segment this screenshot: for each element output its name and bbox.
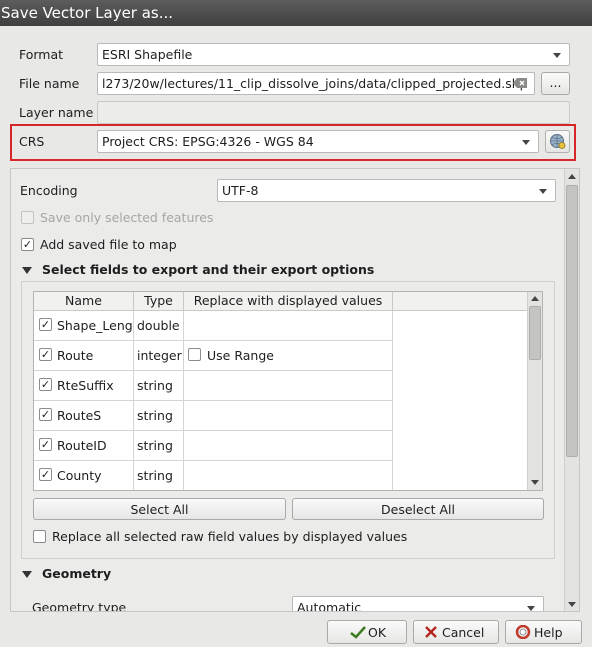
- field-name: RteSuffix: [57, 378, 114, 393]
- name-cell: ✓ Shape_Leng: [34, 311, 134, 341]
- table-row[interactable]: ✓ RouteS string: [34, 401, 393, 431]
- encoding-value: UTF-8: [222, 183, 259, 198]
- replace-cell: [184, 401, 393, 431]
- row-checkbox[interactable]: ✓: [39, 348, 52, 361]
- row-checkbox[interactable]: ✓: [39, 378, 52, 391]
- filename-label: File name: [19, 76, 80, 91]
- options-scroll-up-icon[interactable]: [568, 174, 576, 179]
- column-header-replace[interactable]: Replace with displayed values: [184, 292, 393, 311]
- table-scrollbar[interactable]: [527, 292, 542, 490]
- name-cell: ✓ RouteID: [34, 431, 134, 461]
- field-name: Route: [57, 348, 94, 363]
- collapse-geometry-icon[interactable]: [22, 571, 32, 578]
- filename-value: l273/20w/lectures/11_clip_dissolve_joins…: [102, 76, 528, 91]
- format-value: ESRI Shapefile: [102, 47, 193, 62]
- replace-cell: [184, 371, 393, 401]
- crs-value: Project CRS: EPSG:4326 - WGS 84: [102, 134, 314, 149]
- deselect-all-button[interactable]: Deselect All: [292, 498, 544, 520]
- field-type: string: [134, 431, 184, 461]
- encoding-label: Encoding: [20, 183, 78, 198]
- format-label: Format: [19, 47, 64, 62]
- column-header-type[interactable]: Type: [134, 292, 184, 311]
- window-title: Save Vector Layer as...: [0, 0, 592, 26]
- row-checkbox[interactable]: ✓: [39, 408, 52, 421]
- column-header-name[interactable]: Name: [34, 292, 134, 311]
- table-scroll-down-icon[interactable]: [531, 480, 539, 485]
- replace-cell: Use Range: [184, 341, 393, 371]
- geometry-type-label: Geometry type: [32, 600, 127, 612]
- help-label: Help: [534, 625, 563, 640]
- table-row[interactable]: ✓ RteSuffix string: [34, 371, 393, 401]
- table-scroll-thumb[interactable]: [529, 306, 541, 360]
- use-range-label: Use Range: [207, 348, 274, 363]
- name-cell: ✓ RouteS: [34, 401, 134, 431]
- format-combo[interactable]: ESRI Shapefile: [97, 43, 570, 66]
- cancel-x-icon: [425, 626, 437, 638]
- cancel-label: Cancel: [442, 625, 485, 640]
- field-type: string: [134, 461, 184, 490]
- replace-all-checkbox[interactable]: [33, 530, 46, 543]
- help-button[interactable]: Help: [505, 620, 582, 644]
- row-checkbox[interactable]: ✓: [39, 318, 52, 331]
- options-scroll-down-icon[interactable]: [568, 602, 576, 607]
- clear-text-icon[interactable]: [513, 77, 528, 89]
- options-scroll-thumb[interactable]: [566, 185, 578, 457]
- row-checkbox[interactable]: ✓: [39, 438, 52, 451]
- add-to-map-label: Add saved file to map: [40, 237, 177, 252]
- name-cell: ✓ County: [34, 461, 134, 490]
- replace-cell: [184, 311, 393, 341]
- replace-all-label: Replace all selected raw field values by…: [52, 529, 408, 544]
- row-checkbox[interactable]: ✓: [39, 468, 52, 481]
- fields-section-title[interactable]: Select fields to export and their export…: [42, 262, 374, 277]
- crs-globe-icon: [550, 134, 566, 149]
- replace-cell: [184, 461, 393, 490]
- table-body: ✓ Shape_Leng double ✓ Route integer Use …: [34, 311, 527, 490]
- name-cell: ✓ Route: [34, 341, 134, 371]
- field-name: Shape_Leng: [57, 318, 133, 333]
- field-type: double: [134, 311, 184, 341]
- add-to-map-checkbox[interactable]: ✓: [21, 238, 34, 251]
- browse-button[interactable]: ...: [541, 72, 570, 95]
- table-scroll-up-icon[interactable]: [531, 296, 539, 301]
- save-selected-checkbox: [21, 211, 34, 224]
- field-type: integer: [134, 341, 184, 371]
- layername-input: [97, 101, 570, 124]
- ok-check-icon: [350, 626, 366, 639]
- table-row[interactable]: ✓ County string: [34, 461, 393, 490]
- select-all-button[interactable]: Select All: [33, 498, 286, 520]
- options-scroll-area: Encoding UTF-8 Save only selected featur…: [10, 168, 580, 612]
- table-row[interactable]: ✓ RouteID string: [34, 431, 393, 461]
- crs-combo[interactable]: Project CRS: EPSG:4326 - WGS 84: [97, 130, 539, 153]
- field-name: RouteID: [57, 438, 107, 453]
- geometry-type-value: Automatic: [297, 600, 362, 612]
- field-type: string: [134, 371, 184, 401]
- encoding-combo[interactable]: UTF-8: [217, 179, 556, 202]
- column-header-filler: [393, 292, 527, 311]
- options-scrollbar[interactable]: [564, 169, 579, 611]
- ok-label: OK: [368, 625, 387, 640]
- save-selected-label: Save only selected features: [40, 210, 214, 225]
- filename-input[interactable]: l273/20w/lectures/11_clip_dissolve_joins…: [97, 72, 535, 95]
- table-row[interactable]: ✓ Shape_Leng double: [34, 311, 393, 341]
- replace-cell: [184, 431, 393, 461]
- use-range-checkbox[interactable]: [188, 348, 201, 361]
- crs-label: CRS: [19, 134, 45, 149]
- name-cell: ✓ RteSuffix: [34, 371, 134, 401]
- layername-label: Layer name: [19, 105, 94, 120]
- fields-table[interactable]: Name Type Replace with displayed values …: [33, 291, 543, 491]
- field-name: RouteS: [57, 408, 102, 423]
- field-type: string: [134, 401, 184, 431]
- crs-select-button[interactable]: [545, 130, 570, 153]
- geometry-type-combo[interactable]: Automatic: [292, 596, 544, 612]
- geometry-section-title[interactable]: Geometry: [42, 566, 111, 581]
- ok-button[interactable]: OK: [327, 620, 407, 644]
- field-name: County: [57, 468, 102, 483]
- collapse-fields-icon[interactable]: [22, 267, 32, 274]
- table-row[interactable]: ✓ Route integer Use Range: [34, 341, 393, 371]
- help-lifebuoy-icon: [515, 625, 531, 639]
- cancel-button[interactable]: Cancel: [413, 620, 499, 644]
